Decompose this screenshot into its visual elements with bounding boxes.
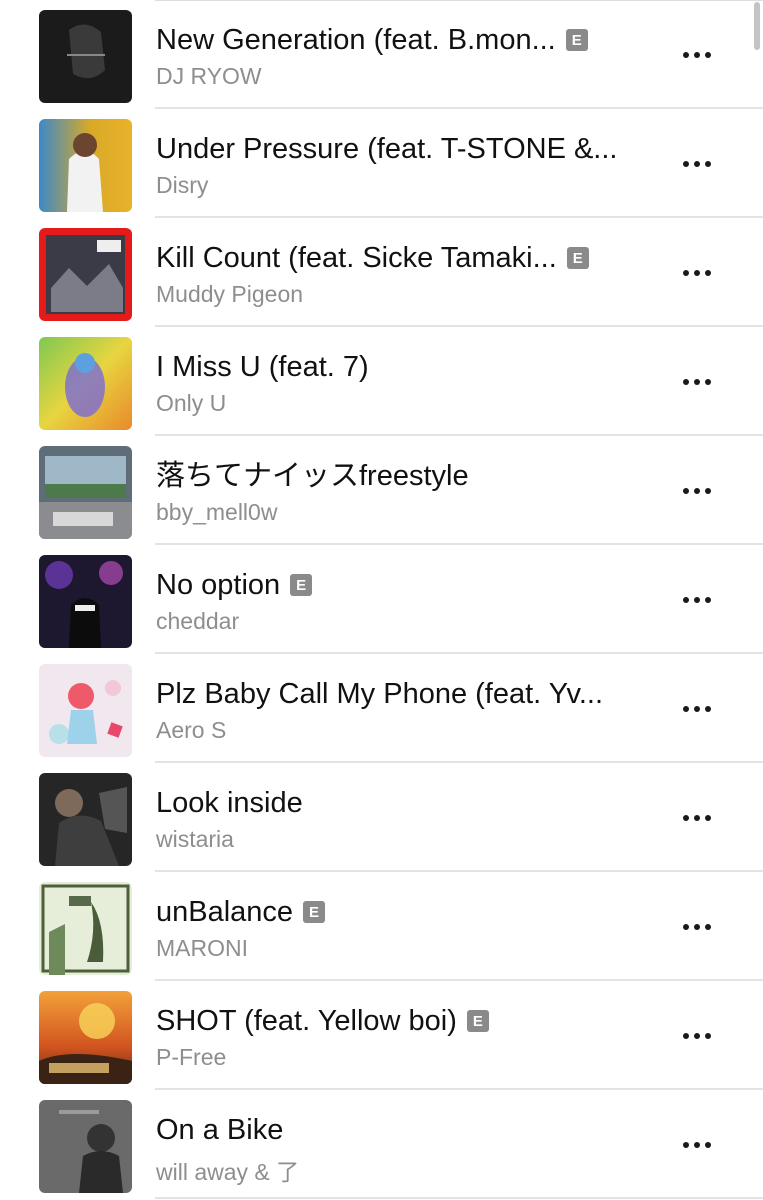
song-title: Look inside (156, 787, 303, 819)
song-title: SHOT (feat. Yellow boi) (156, 1005, 457, 1037)
song-row[interactable]: Under Pressure (feat. T-STONE &... Disry (0, 109, 763, 218)
song-artist: Disry (156, 172, 209, 198)
song-row[interactable]: New Generation (feat. B.mon... E DJ RYOW (0, 0, 763, 109)
song-row[interactable]: unBalance E MARONI (0, 872, 763, 981)
song-list: New Generation (feat. B.mon... E DJ RYOW… (0, 0, 763, 1199)
album-artwork (39, 991, 132, 1084)
album-artwork (39, 555, 132, 648)
song-row[interactable]: On a Bike will away & 了 (0, 1090, 763, 1199)
song-artist: Muddy Pigeon (156, 281, 304, 307)
more-options-icon[interactable] (672, 367, 722, 397)
song-artist: Only U (156, 390, 227, 416)
song-title: New Generation (feat. B.mon... (156, 24, 556, 56)
album-artwork (39, 228, 132, 321)
song-artist: P-Free (156, 1044, 227, 1070)
song-row[interactable]: I Miss U (feat. 7) Only U (0, 327, 763, 436)
album-artwork (39, 882, 132, 975)
explicit-badge: E (290, 574, 313, 596)
song-title: unBalance (156, 896, 294, 928)
song-artist: will away & 了 (156, 1159, 300, 1185)
album-artwork (39, 119, 132, 212)
song-row[interactable]: 落ちてナイッスfreestyle bby_mell0w (0, 436, 763, 545)
more-options-icon[interactable] (672, 1130, 722, 1160)
song-row[interactable]: SHOT (feat. Yellow boi) E P-Free (0, 981, 763, 1090)
song-artist: bby_mell0w (156, 499, 278, 525)
more-options-icon[interactable] (672, 258, 722, 288)
more-options-icon[interactable] (672, 803, 722, 833)
more-options-icon[interactable] (672, 149, 722, 179)
song-title: 落ちてナイッスfreestyle (156, 460, 469, 492)
song-row[interactable]: Look inside wistaria (0, 763, 763, 872)
song-title: Plz Baby Call My Phone (feat. Yv... (156, 678, 604, 710)
more-options-icon[interactable] (672, 912, 722, 942)
more-options-icon[interactable] (672, 476, 722, 506)
song-row[interactable]: Plz Baby Call My Phone (feat. Yv... Aero… (0, 654, 763, 763)
more-options-icon[interactable] (672, 585, 722, 615)
explicit-badge: E (303, 901, 326, 923)
explicit-badge: E (565, 29, 588, 51)
explicit-badge: E (566, 247, 589, 269)
album-artwork (39, 1100, 132, 1193)
more-options-icon[interactable] (672, 694, 722, 724)
more-options-icon[interactable] (672, 40, 722, 70)
song-row[interactable]: Kill Count (feat. Sicke Tamaki... E Mudd… (0, 218, 763, 327)
song-artist: wistaria (156, 826, 234, 852)
more-options-icon[interactable] (672, 1021, 722, 1051)
song-title: Under Pressure (feat. T-STONE &... (156, 133, 618, 165)
song-artist: DJ RYOW (156, 63, 262, 89)
album-artwork (39, 773, 132, 866)
song-title: Kill Count (feat. Sicke Tamaki... (156, 242, 557, 274)
song-artist: cheddar (156, 608, 240, 634)
explicit-badge: E (466, 1010, 489, 1032)
song-artist: Aero S (156, 717, 227, 743)
song-artist: MARONI (156, 935, 248, 961)
song-title: I Miss U (feat. 7) (156, 351, 369, 383)
scrollbar[interactable] (754, 2, 760, 50)
song-title: On a Bike (156, 1114, 284, 1146)
album-artwork (39, 10, 132, 103)
album-artwork (39, 664, 132, 757)
song-title: No option (156, 569, 281, 601)
album-artwork (39, 337, 132, 430)
album-artwork (39, 446, 132, 539)
song-row[interactable]: No option E cheddar (0, 545, 763, 654)
